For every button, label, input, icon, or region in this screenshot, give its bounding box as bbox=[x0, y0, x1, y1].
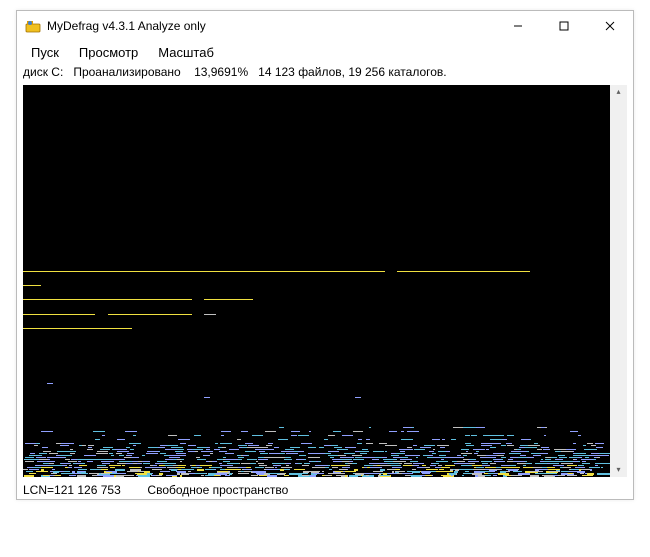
scroll-up-icon[interactable]: ▴ bbox=[613, 87, 624, 97]
window-title: MyDefrag v4.3.1 Analyze only bbox=[47, 19, 206, 33]
menubar: Пуск Просмотр Масштаб bbox=[17, 41, 633, 63]
app-window: MyDefrag v4.3.1 Analyze only Пуск Просмо… bbox=[16, 10, 634, 500]
close-button[interactable] bbox=[587, 11, 633, 41]
app-icon bbox=[25, 18, 41, 34]
status-bottom: LCN=121 126 753 Свободное пространство bbox=[17, 481, 633, 499]
diskmap[interactable] bbox=[23, 85, 627, 477]
maximize-button[interactable] bbox=[541, 11, 587, 41]
menu-run[interactable]: Пуск bbox=[21, 43, 69, 62]
menu-zoom[interactable]: Масштаб bbox=[148, 43, 224, 62]
status-top: диск C: Проанализировано 13,9691% 14 123… bbox=[17, 63, 633, 81]
scroll-down-icon[interactable]: ▾ bbox=[613, 465, 624, 475]
space-label: Свободное пространство bbox=[147, 483, 288, 497]
menu-view[interactable]: Просмотр bbox=[69, 43, 148, 62]
minimize-button[interactable] bbox=[495, 11, 541, 41]
analysis-state: Проанализировано bbox=[73, 65, 180, 79]
lcn-label: LCN= bbox=[23, 483, 54, 497]
maximize-icon bbox=[559, 21, 569, 31]
dirs-count: 19 256 bbox=[348, 65, 385, 79]
disk-label: диск C: bbox=[23, 65, 63, 79]
dirs-word: каталогов. bbox=[388, 65, 446, 79]
minimize-icon bbox=[513, 21, 523, 31]
lcn-value: 121 126 753 bbox=[54, 483, 121, 497]
files-word: файлов, bbox=[298, 65, 345, 79]
analysis-percent: 13,9691% bbox=[194, 65, 248, 79]
close-icon bbox=[605, 21, 615, 31]
files-count: 14 123 bbox=[258, 65, 295, 79]
diskmap-container: ▴ ▾ bbox=[23, 85, 627, 477]
titlebar[interactable]: MyDefrag v4.3.1 Analyze only bbox=[17, 11, 633, 41]
diskmap-scrollbar[interactable]: ▴ ▾ bbox=[610, 85, 627, 477]
